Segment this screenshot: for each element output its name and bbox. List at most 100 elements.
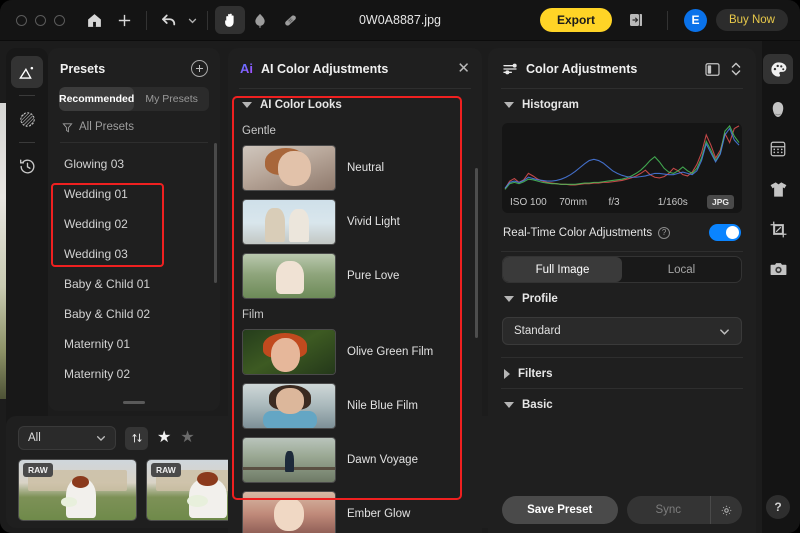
histogram-section-header[interactable]: Histogram (488, 89, 756, 119)
toolbar-divider-1 (146, 10, 147, 30)
color-adjustments-title: Color Adjustments (526, 62, 638, 76)
list-item[interactable]: Nile Blue Film (228, 379, 482, 433)
look-label: Dawn Voyage (347, 454, 418, 466)
hand-icon[interactable] (215, 6, 245, 34)
list-item[interactable]: Ember Glow (228, 487, 482, 533)
chevron-down-icon (720, 328, 729, 335)
look-thumbnail (242, 199, 336, 245)
list-item[interactable]: Wedding 03 (48, 239, 220, 269)
home-icon[interactable] (79, 6, 109, 34)
presets-icon[interactable] (11, 56, 43, 88)
sync-button-group: Sync (626, 496, 742, 524)
ai-color-looks-section-header[interactable]: AI Color Looks (228, 89, 482, 119)
save-preset-button[interactable]: Save Preset (502, 496, 618, 524)
look-group-label: Film (242, 309, 264, 321)
tab-full-image[interactable]: Full Image (503, 257, 622, 282)
dodge-burn-icon[interactable] (245, 6, 275, 34)
color-palette-icon[interactable] (763, 54, 793, 84)
all-presets-label: All Presets (79, 121, 134, 133)
filmstrip-filter-select[interactable]: All (18, 426, 116, 450)
list-item[interactable]: Maternity 02 (48, 359, 220, 389)
gear-icon[interactable] (710, 496, 742, 524)
help-button[interactable]: ? (766, 495, 790, 519)
list-item[interactable]: Maternity 01 (48, 329, 220, 359)
histogram-label: Histogram (522, 99, 579, 111)
focal-length-value: 70mm (559, 196, 588, 208)
look-thumbnail (242, 145, 336, 191)
star-filled-icon[interactable]: ★ (157, 430, 171, 446)
list-item[interactable]: Baby & Child 02 (48, 299, 220, 329)
export-button[interactable]: Export (539, 8, 612, 32)
list-item[interactable]: Pure Love (228, 249, 482, 303)
panel-header-actions (704, 61, 742, 77)
realtime-color-adjustments-row: Real-Time Color Adjustments ? (488, 213, 756, 251)
history-icon[interactable] (11, 150, 43, 182)
profile-select[interactable]: Standard (502, 317, 742, 345)
undo-arrow-icon[interactable] (154, 6, 184, 34)
all-presets-filter[interactable]: All Presets (48, 111, 220, 142)
look-label: Olive Green Film (347, 346, 434, 358)
ai-panel-scrollbar[interactable] (475, 168, 478, 338)
basic-section-header[interactable]: Basic (488, 389, 756, 419)
plus-icon[interactable] (109, 6, 139, 34)
look-group-label: Gentle (242, 125, 276, 137)
avatar[interactable]: E (683, 8, 707, 32)
list-item[interactable]: Neutral (228, 141, 482, 195)
list-item[interactable]: Baby & Child 01 (48, 269, 220, 299)
list-item[interactable]: Vivid Light (228, 195, 482, 249)
chevron-down-icon (504, 102, 514, 108)
share-export-icon[interactable] (621, 6, 651, 34)
close-icon[interactable]: ✕ (457, 61, 470, 76)
rail-divider-1 (19, 95, 35, 96)
aperture-value: f/3 (608, 196, 620, 208)
buy-now-button[interactable]: Buy Now (715, 9, 788, 31)
funnel-filter-icon (62, 122, 73, 132)
look-thumbnail (242, 383, 336, 429)
chevron-up-down-icon[interactable] (730, 61, 742, 77)
split-view-icon[interactable] (704, 62, 721, 77)
tab-recommended[interactable]: Recommended (59, 87, 135, 111)
clothing-icon[interactable] (763, 174, 793, 204)
bandage-heal-icon[interactable] (275, 6, 305, 34)
presets-divider (60, 142, 208, 143)
close-window-button[interactable] (16, 14, 27, 26)
rail-divider-2 (19, 142, 35, 143)
list-item[interactable]: Wedding 01 (48, 179, 220, 209)
filters-section-header[interactable]: Filters (488, 358, 756, 388)
status-badge: RAW (151, 463, 181, 477)
color-adjustments-footer: Save Preset Sync (488, 487, 756, 533)
add-preset-icon[interactable] (191, 60, 208, 77)
list-item[interactable]: Olive Green Film (228, 325, 482, 379)
realtime-toggle[interactable] (709, 224, 741, 241)
presets-header: Presets (48, 48, 220, 87)
iso-value: ISO 100 (510, 196, 547, 208)
crop-transform-icon[interactable] (763, 214, 793, 244)
tab-my-presets[interactable]: My Presets (134, 87, 209, 111)
color-adjustments-panel: Color Adjustments Histogram ISO 100 70mm… (488, 48, 756, 533)
sort-order-icon[interactable] (125, 426, 148, 450)
portrait-face-icon[interactable] (763, 94, 793, 124)
sync-button[interactable]: Sync (627, 496, 711, 524)
scope-tabs: Full Image Local (502, 256, 742, 283)
skin-texture-icon[interactable] (763, 134, 793, 164)
profile-label: Profile (522, 293, 558, 305)
camera-icon[interactable] (763, 254, 793, 284)
panel-resize-grip[interactable] (123, 401, 145, 404)
info-circle-icon[interactable]: ? (658, 226, 671, 239)
tab-local[interactable]: Local (622, 257, 741, 282)
profile-section-header[interactable]: Profile (488, 283, 756, 313)
star-outline-icon[interactable]: ★ (180, 430, 194, 446)
presets-scrollbar[interactable] (214, 143, 217, 283)
chevron-down-icon[interactable] (184, 6, 200, 34)
list-item[interactable]: Wedding 02 (48, 209, 220, 239)
minimize-window-button[interactable] (35, 14, 46, 26)
ai-color-adjustments-panel: Ai AI Color Adjustments ✕ AI Color Looks… (228, 48, 482, 533)
chevron-down-icon (97, 436, 105, 442)
list-item[interactable]: RAW (18, 459, 137, 521)
maximize-window-button[interactable] (54, 14, 65, 26)
texture-icon[interactable] (11, 103, 43, 135)
list-item[interactable]: Glowing 03 (48, 149, 220, 179)
presets-panel: Presets Recommended My Presets All Prese… (48, 48, 220, 411)
list-item[interactable]: Dawn Voyage (228, 433, 482, 487)
basic-label: Basic (522, 399, 553, 411)
